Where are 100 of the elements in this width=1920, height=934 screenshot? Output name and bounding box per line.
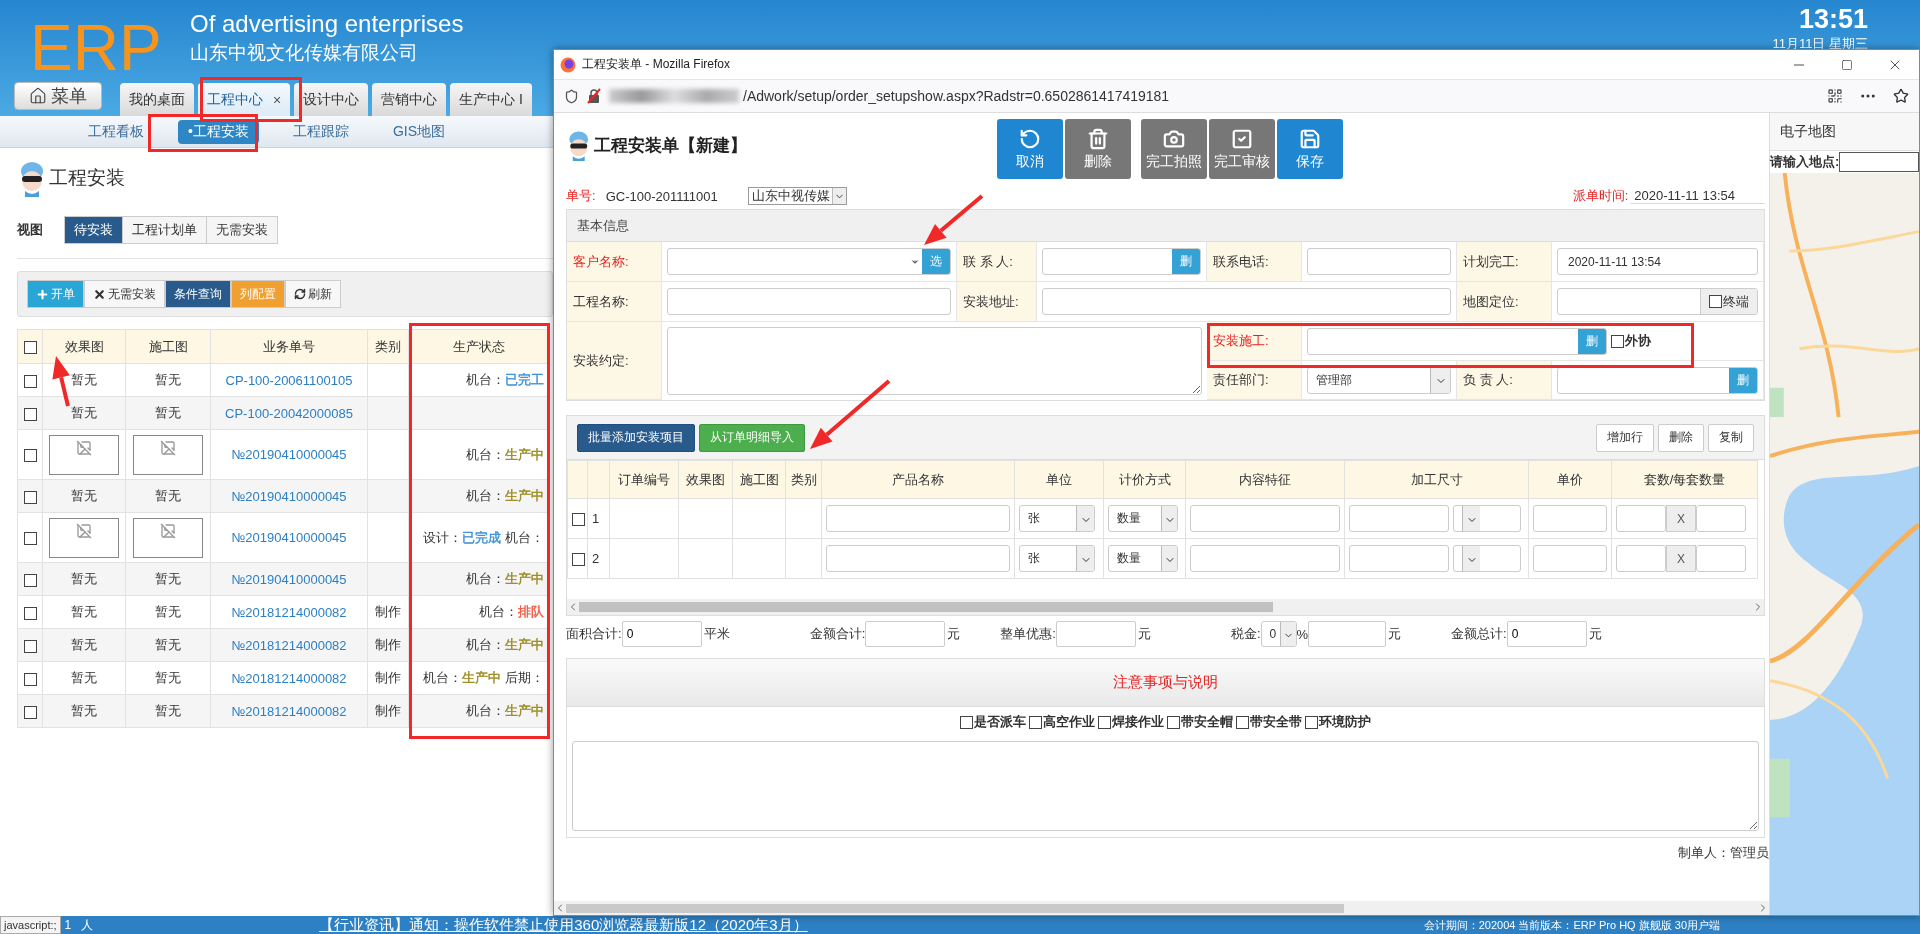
checkbox[interactable]	[1029, 715, 1042, 729]
status-text: 机台：	[505, 529, 544, 545]
textarea-field[interactable]	[572, 741, 1759, 831]
toolbar-button[interactable]: 增加行	[1596, 423, 1654, 452]
news-link[interactable]: 【行业资讯】通知：操作软件禁止使用360浏览器最新版12（2020年3月）	[319, 915, 808, 934]
checkbox[interactable]	[23, 449, 37, 463]
online-unit: 人	[81, 916, 94, 934]
input-field[interactable]: 0	[621, 621, 702, 647]
field-label: 派单时间:	[1572, 187, 1629, 205]
checkbox[interactable]	[23, 407, 37, 421]
size-select[interactable]	[1453, 545, 1521, 572]
checkbox[interactable]	[1167, 715, 1180, 729]
checkbox[interactable]	[23, 672, 37, 686]
table-cell: 暂无	[71, 571, 97, 586]
toolbar-button[interactable]: 复制	[1708, 423, 1754, 452]
checkbox[interactable]	[23, 490, 37, 504]
qr-code-icon[interactable]	[1827, 88, 1843, 104]
toolbar-button[interactable]: 无需安装	[84, 280, 165, 308]
table-cell: 制作	[375, 670, 401, 685]
input-field[interactable]: 终端	[1557, 288, 1758, 315]
action-button[interactable]: 取消	[997, 119, 1063, 179]
maximize-icon[interactable]	[1841, 58, 1853, 71]
checkbox[interactable]	[572, 513, 585, 527]
tax-select[interactable]: 0	[1260, 621, 1297, 647]
tab[interactable]: 设计中心	[294, 83, 369, 116]
checkbox[interactable]	[23, 606, 37, 620]
tab[interactable]: 生产中心 I	[450, 83, 532, 116]
scrollbar-thumb[interactable]	[566, 903, 1344, 913]
checkbox[interactable]	[23, 341, 37, 355]
date-field[interactable]: 2020-11-11 13:54	[1557, 248, 1758, 275]
toolbar-button[interactable]: 条件查询	[165, 280, 231, 308]
checkbox[interactable]	[1709, 295, 1722, 308]
input-field[interactable]	[1839, 152, 1919, 172]
company-name: 山东中视文化传媒有限公司	[190, 41, 419, 65]
subnav-item[interactable]: 工程看板	[78, 119, 154, 144]
subnav-item[interactable]: GIS地图	[382, 119, 456, 144]
table-cell: 暂无	[155, 405, 181, 420]
action-button[interactable]: 删除	[1065, 119, 1131, 179]
table-cell: 暂无	[155, 604, 181, 619]
checkbox[interactable]	[572, 553, 585, 567]
unit-select[interactable]: 张	[1019, 545, 1095, 572]
action-button[interactable]: 保存	[1277, 119, 1343, 179]
table-cell: 暂无	[155, 703, 181, 718]
size-select[interactable]	[1453, 505, 1521, 532]
dispatch-time-field[interactable]: 2020-11-11 13:54	[1630, 188, 1765, 204]
tab[interactable]: 工程中心 ×	[198, 83, 291, 116]
subnav-item[interactable]: 工程跟踪	[282, 119, 359, 144]
table-cell: 制作	[375, 637, 401, 652]
field-label: 整单优惠:	[1000, 625, 1056, 643]
toolbar-button[interactable]: 刷新	[285, 280, 341, 308]
checkbox[interactable]	[23, 573, 37, 587]
insecure-lock-icon	[587, 88, 601, 104]
checkbox[interactable]	[1098, 715, 1111, 729]
table-cell: 暂无	[71, 703, 97, 718]
url-text: /Adwork/setup/order_setupshow.aspx?Radstr=0.6502861417419181	[743, 88, 1170, 104]
checkbox[interactable]	[1611, 334, 1624, 348]
multiply-button[interactable]: X	[1666, 545, 1696, 572]
textarea-field[interactable]	[667, 327, 1202, 395]
action-button[interactable]: 完工拍照	[1141, 119, 1207, 179]
column-header: 效果图	[42, 329, 126, 364]
checkbox-label: 环境防护	[1319, 713, 1371, 731]
address-bar[interactable]: /Adwork/setup/order_setupshow.aspx?Radstr=0.6502861417419181	[554, 79, 1919, 113]
unit-select[interactable]: 张	[1019, 505, 1095, 532]
field-label: 客户名称:	[567, 242, 662, 282]
field-label: 请输入地点:	[1770, 153, 1840, 171]
browser-logo-icon	[560, 56, 576, 73]
checkbox[interactable]	[1236, 715, 1249, 729]
status-text: 机台：生产中	[466, 571, 544, 586]
checkbox[interactable]	[1305, 715, 1318, 729]
company-select[interactable]: 山东中视传媒	[747, 187, 847, 205]
checkbox[interactable]	[23, 639, 37, 653]
status-url-tooltip: javascript:;	[0, 916, 61, 934]
toolbar-button[interactable]: 批量添加安装项目	[577, 423, 695, 452]
unit-label: 元	[1388, 625, 1402, 643]
checkbox[interactable]	[23, 374, 37, 388]
view-tab[interactable]: 无需安装	[206, 216, 278, 244]
bookmark-star-icon[interactable]	[1893, 88, 1909, 104]
view-tab[interactable]: 待安装	[64, 216, 123, 244]
checkbox[interactable]	[23, 705, 37, 719]
tab[interactable]: 我的桌面	[120, 83, 194, 116]
broken-image-icon	[76, 439, 92, 456]
pricing-select[interactable]: 数量	[1108, 545, 1178, 572]
department-select[interactable]: 管理部	[1307, 366, 1451, 394]
pricing-select[interactable]: 数量	[1108, 505, 1178, 532]
table-cell: 暂无	[155, 372, 181, 387]
multiply-button[interactable]: X	[1666, 505, 1696, 532]
tab[interactable]: 营销中心	[372, 83, 447, 116]
toolbar-button[interactable]: 删除	[1658, 423, 1704, 452]
scrollbar-thumb[interactable]	[579, 602, 1274, 612]
checkbox[interactable]	[960, 715, 973, 729]
section-title: 注意事项与说明	[1113, 673, 1218, 692]
action-button[interactable]: 完工审核	[1209, 119, 1275, 179]
column-header: 效果图	[678, 460, 733, 499]
close-button[interactable]: ×	[273, 91, 282, 108]
menu-button[interactable]: 菜单	[14, 82, 102, 110]
table-cell: 暂无	[71, 372, 97, 387]
checkbox[interactable]	[23, 532, 37, 546]
input-field[interactable]: 0	[1506, 621, 1587, 647]
view-tab[interactable]: 工程计划单	[122, 216, 207, 244]
panel-title: 基本信息	[567, 210, 1764, 242]
